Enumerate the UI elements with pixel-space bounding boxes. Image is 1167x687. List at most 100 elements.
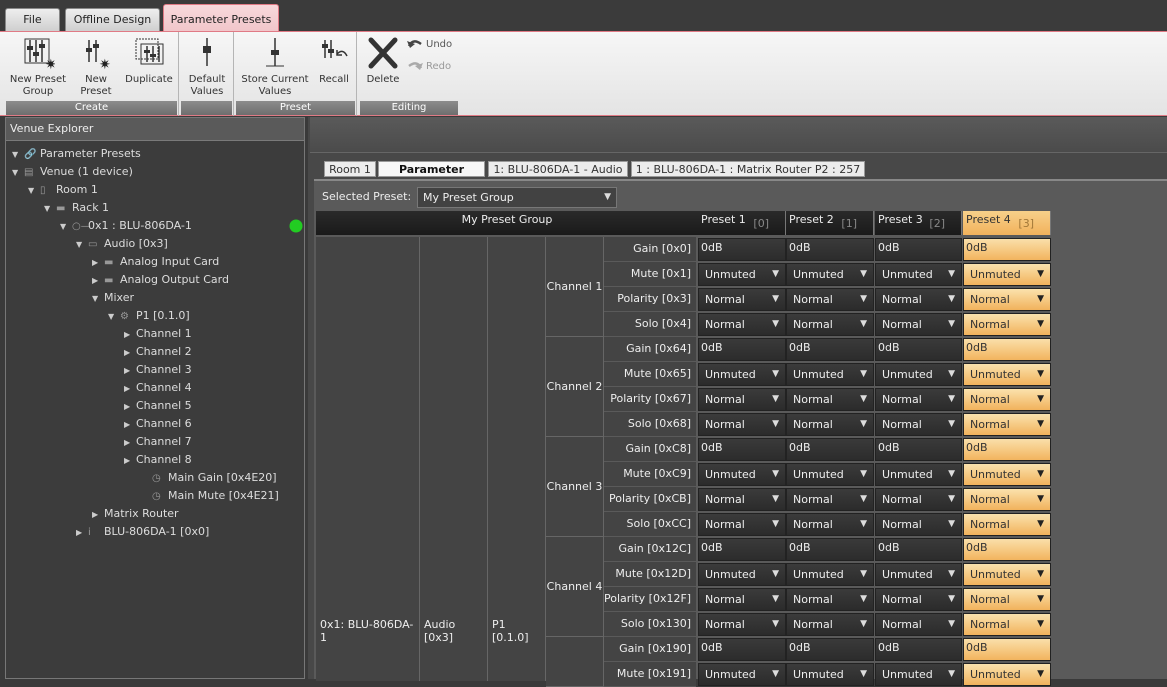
- parameter-dropdown[interactable]: Normal ▼: [698, 488, 786, 511]
- parameter-dropdown[interactable]: Normal ▼: [963, 488, 1051, 511]
- expand-arrow-icon[interactable]: ▶: [124, 380, 136, 398]
- collapse-arrow-icon[interactable]: ▼: [12, 146, 24, 164]
- parameter-dropdown[interactable]: Unmuted ▼: [963, 463, 1051, 486]
- parameter-dropdown[interactable]: Normal ▼: [875, 613, 962, 636]
- expand-arrow-icon[interactable]: ▶: [124, 362, 136, 380]
- tree-node[interactable]: ▼ ▤ Venue (1 device): [12, 163, 133, 181]
- parameter-dropdown[interactable]: Normal ▼: [875, 488, 962, 511]
- parameter-dropdown[interactable]: Normal ▼: [786, 413, 874, 436]
- parameter-dropdown[interactable]: Normal ▼: [875, 388, 962, 411]
- parameter-dropdown[interactable]: Unmuted ▼: [698, 463, 786, 486]
- collapse-arrow-icon[interactable]: ▼: [92, 290, 104, 308]
- tab-offline-design[interactable]: Offline Design: [65, 8, 160, 31]
- tab-file[interactable]: File: [5, 8, 60, 31]
- gain-value-field[interactable]: 0dB: [698, 638, 786, 661]
- parameter-dropdown[interactable]: Unmuted ▼: [875, 663, 962, 686]
- gain-value-field[interactable]: 0dB: [875, 338, 962, 361]
- tree-node[interactable]: ▶ ⅰ BLU-806DA-1 [0x0]: [76, 523, 209, 541]
- parameter-dropdown[interactable]: Normal ▼: [963, 413, 1051, 436]
- undo-button[interactable]: Undo: [406, 37, 452, 53]
- parameter-dropdown[interactable]: Normal ▼: [786, 613, 874, 636]
- tree-node[interactable]: ▼ ○—0x1 : BLU-806DA-1: [60, 217, 192, 235]
- expand-arrow-icon[interactable]: ▶: [124, 344, 136, 362]
- expand-arrow-icon[interactable]: ▶: [124, 434, 136, 452]
- duplicate-button[interactable]: Duplicate: [122, 36, 176, 86]
- tree-node[interactable]: ◷ Main Mute [0x4E21]: [140, 487, 279, 505]
- expand-arrow-icon[interactable]: ▶: [92, 254, 104, 272]
- parameter-dropdown[interactable]: Normal ▼: [875, 413, 962, 436]
- gain-value-field[interactable]: 0dB: [875, 438, 962, 461]
- parameter-dropdown[interactable]: Unmuted ▼: [963, 563, 1051, 586]
- parameter-dropdown[interactable]: Normal ▼: [698, 613, 786, 636]
- parameter-dropdown[interactable]: Unmuted ▼: [698, 363, 786, 386]
- gain-value-field[interactable]: 0dB: [875, 538, 962, 561]
- parameter-dropdown[interactable]: Unmuted ▼: [875, 463, 962, 486]
- parameter-dropdown[interactable]: Normal ▼: [786, 288, 874, 311]
- preset-column-header[interactable]: Preset 4 [3]: [963, 211, 1051, 235]
- recall-button[interactable]: Recall: [315, 36, 353, 86]
- parameter-dropdown[interactable]: Unmuted ▼: [963, 263, 1051, 286]
- doc-tab-parameter-presets[interactable]: Parameter Presets: [378, 161, 485, 191]
- expand-arrow-icon[interactable]: ▶: [124, 416, 136, 434]
- doc-tab-matrix-router[interactable]: 1 : BLU-806DA-1 : Matrix Router P2 : 257: [631, 161, 865, 177]
- new-preset-group-button[interactable]: ✷ New Preset Group: [8, 36, 68, 98]
- expand-arrow-icon[interactable]: ▶: [124, 452, 136, 470]
- expand-arrow-icon[interactable]: ▶: [124, 398, 136, 416]
- gain-value-field[interactable]: 0dB: [786, 438, 874, 461]
- parameter-dropdown[interactable]: Normal ▼: [698, 288, 786, 311]
- parameter-dropdown[interactable]: Normal ▼: [786, 513, 874, 536]
- tree-node[interactable]: ▶ Channel 7: [124, 433, 192, 451]
- tree-node[interactable]: ▶ Channel 1: [124, 325, 192, 343]
- tree-node[interactable]: ▶ ▬ Analog Output Card: [92, 271, 229, 289]
- expand-arrow-icon[interactable]: ▶: [92, 506, 104, 524]
- parameter-dropdown[interactable]: Normal ▼: [786, 488, 874, 511]
- gain-value-field[interactable]: 0dB: [698, 538, 786, 561]
- parameter-dropdown[interactable]: Normal ▼: [875, 288, 962, 311]
- gain-value-field[interactable]: 0dB: [698, 238, 786, 261]
- gain-value-field[interactable]: 0dB: [963, 238, 1051, 261]
- collapse-arrow-icon[interactable]: ▼: [12, 164, 24, 182]
- doc-tab-room-1[interactable]: Room 1: [324, 161, 376, 177]
- gain-value-field[interactable]: 0dB: [963, 638, 1051, 661]
- parameter-dropdown[interactable]: Normal ▼: [963, 613, 1051, 636]
- expand-arrow-icon[interactable]: ▶: [76, 524, 88, 542]
- parameter-dropdown[interactable]: Normal ▼: [963, 288, 1051, 311]
- preset-column-header[interactable]: Preset 2 [1]: [786, 211, 874, 235]
- gain-value-field[interactable]: 0dB: [698, 338, 786, 361]
- parameter-dropdown[interactable]: Unmuted ▼: [786, 263, 874, 286]
- parameter-dropdown[interactable]: Normal ▼: [786, 313, 874, 336]
- parameter-dropdown[interactable]: Normal ▼: [875, 588, 962, 611]
- parameter-dropdown[interactable]: Unmuted ▼: [963, 363, 1051, 386]
- collapse-arrow-icon[interactable]: ▼: [28, 182, 40, 200]
- preset-column-header[interactable]: Preset 1 [0]: [698, 211, 786, 235]
- tree-node[interactable]: ▶ Channel 4: [124, 379, 192, 397]
- gain-value-field[interactable]: 0dB: [786, 538, 874, 561]
- parameter-dropdown[interactable]: Normal ▼: [963, 388, 1051, 411]
- tree-node[interactable]: ▼ ▯ Room 1: [28, 181, 98, 199]
- parameter-dropdown[interactable]: Unmuted ▼: [698, 563, 786, 586]
- parameter-dropdown[interactable]: Normal ▼: [963, 588, 1051, 611]
- gain-value-field[interactable]: 0dB: [698, 438, 786, 461]
- redo-button[interactable]: Redo: [406, 59, 451, 75]
- tree-node[interactable]: ◷ Main Gain [0x4E20]: [140, 469, 277, 487]
- tree-node[interactable]: ▶ Channel 8: [124, 451, 192, 469]
- parameter-dropdown[interactable]: Unmuted ▼: [875, 563, 962, 586]
- parameter-dropdown[interactable]: Unmuted ▼: [698, 263, 786, 286]
- tree-node[interactable]: ▶ Channel 6: [124, 415, 192, 433]
- parameter-dropdown[interactable]: Unmuted ▼: [875, 263, 962, 286]
- parameter-dropdown[interactable]: Normal ▼: [963, 313, 1051, 336]
- parameter-dropdown[interactable]: Normal ▼: [698, 313, 786, 336]
- parameter-dropdown[interactable]: Normal ▼: [875, 513, 962, 536]
- collapse-arrow-icon[interactable]: ▼: [76, 236, 88, 254]
- parameter-dropdown[interactable]: Unmuted ▼: [786, 563, 874, 586]
- gain-value-field[interactable]: 0dB: [786, 238, 874, 261]
- parameter-dropdown[interactable]: Unmuted ▼: [786, 363, 874, 386]
- tree-node[interactable]: ▶ Channel 3: [124, 361, 192, 379]
- tree-node[interactable]: ▼ 🔗 Parameter Presets: [12, 145, 141, 163]
- parameter-dropdown[interactable]: Normal ▼: [698, 413, 786, 436]
- delete-button[interactable]: Delete: [361, 36, 405, 86]
- parameter-dropdown[interactable]: Normal ▼: [786, 388, 874, 411]
- doc-tab-audio[interactable]: 1: BLU-806DA-1 - Audio: [488, 161, 628, 177]
- parameter-dropdown[interactable]: Unmuted ▼: [698, 663, 786, 686]
- parameter-dropdown[interactable]: Unmuted ▼: [875, 363, 962, 386]
